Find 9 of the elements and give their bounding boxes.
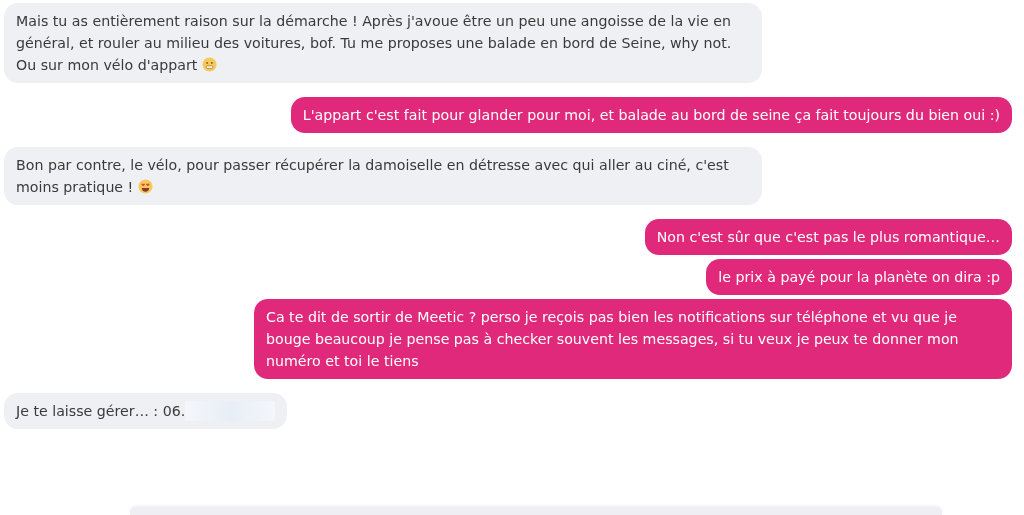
sent-message: Ca te dit de sortir de Meetic ? perso je reçois pas bien les notifications sur téléphone et vu que je bouge beaucoup je pense pas à checker souvent les messages, si tu veux je peux te donner mon numéro et toi le tiens	[254, 299, 1012, 379]
sent-message: Non c'est sûr que c'est pas le plus romantique…	[644, 219, 1012, 255]
received-message: Bon par contre, le vélo, pour passer récupérer la damoiselle en détresse avec qui aller au ciné, c'est moins pratique !	[4, 147, 762, 205]
received-message: Je te laisse gérer… : 06.	[4, 393, 288, 429]
emoji-icon	[202, 57, 218, 72]
received-message: Mais tu as entièrement raison sur la démarche ! Après j'avoue être un peu une angoisse de la vie en général, et rouler au milieu des voitures, bof. Tu me proposes une balade en bord de Seine, why not. Ou sur mon vélo d'appart	[4, 3, 762, 83]
sent-message: le prix à payé pour la planète on dira :p	[706, 259, 1012, 295]
emoji-icon	[138, 179, 154, 194]
sent-message: L'appart c'est fait pour glander pour moi, et balade au bord de seine ça fait toujours du bien oui :)	[290, 97, 1012, 133]
